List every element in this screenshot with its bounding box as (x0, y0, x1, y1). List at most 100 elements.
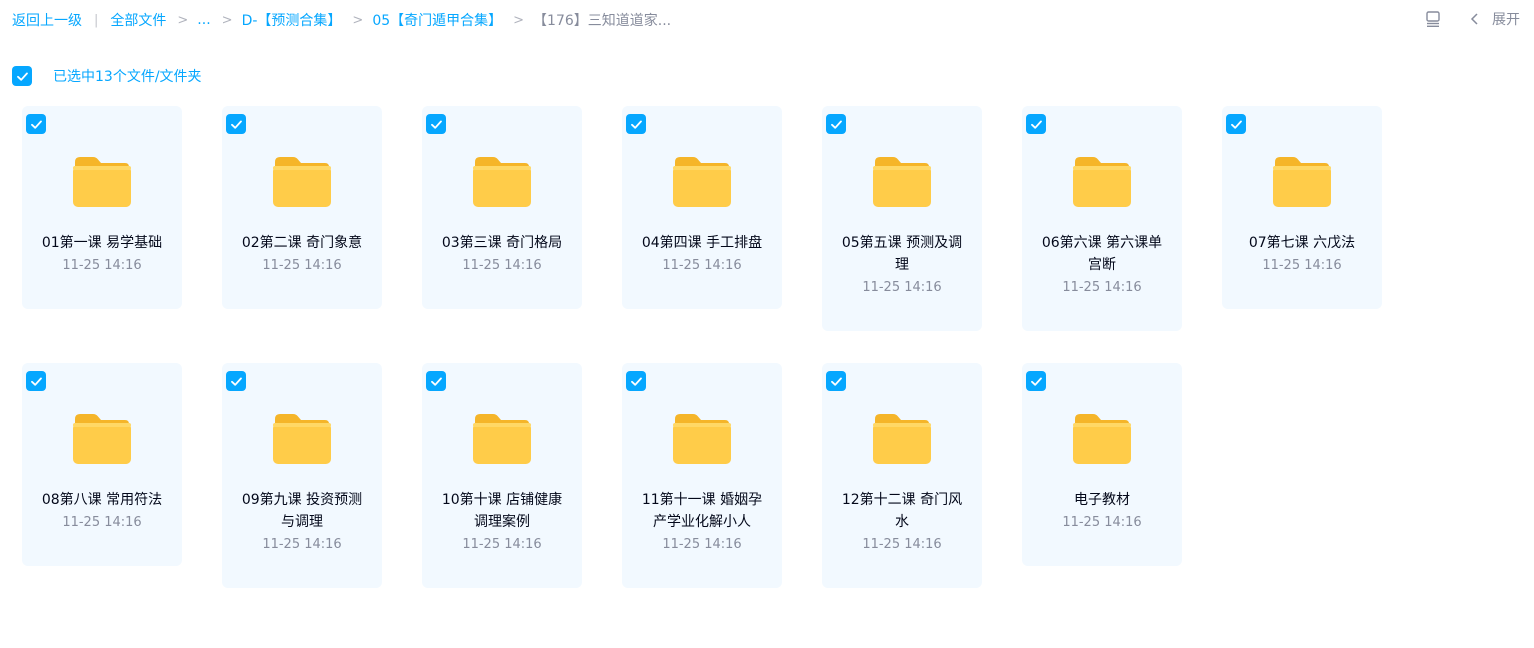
check-icon (630, 377, 642, 386)
folder-name: 04第四课 手工排盘 (641, 235, 763, 251)
folder-checkbox[interactable] (826, 371, 846, 391)
folder-name: 12第十二课 奇门风水 (841, 492, 963, 530)
folder-name: 电子教材 (1074, 492, 1130, 508)
folder-card[interactable]: 04第四课 手工排盘 11-25 14:16 (622, 106, 782, 309)
breadcrumb: 返回上一级 | 全部文件 > ... > D-【预测合集】 > 05【奇门遁甲合… (12, 10, 671, 30)
folder-icon (73, 414, 131, 464)
check-icon (430, 120, 442, 129)
folder-name: 01第一课 易学基础 (41, 235, 163, 251)
check-icon (830, 377, 842, 386)
top-bar: 返回上一级 | 全部文件 > ... > D-【预测合集】 > 05【奇门遁甲合… (0, 0, 1534, 42)
folder-card[interactable]: 07第七课 六戊法 11-25 14:16 (1222, 106, 1382, 309)
folder-card[interactable]: 03第三课 奇门格局 11-25 14:16 (422, 106, 582, 309)
folder-name: 09第九课 投资预测与调理 (241, 492, 363, 530)
folder-date: 11-25 14:16 (462, 258, 542, 273)
select-all-checkbox[interactable] (12, 66, 32, 86)
folder-date: 11-25 14:16 (1262, 258, 1342, 273)
folder-name: 06第六课 第六课单宫断 (1041, 235, 1163, 273)
breadcrumb-level2[interactable]: 05【奇门遁甲合集】 (372, 10, 502, 30)
check-icon (430, 377, 442, 386)
folder-name: 07第七课 六戊法 (1248, 235, 1356, 251)
folder-icon (673, 157, 731, 207)
folder-checkbox[interactable] (426, 114, 446, 134)
folder-date: 11-25 14:16 (62, 258, 142, 273)
check-icon (830, 120, 842, 129)
folder-name: 11第十一课 婚姻孕产学业化解小人 (641, 492, 763, 530)
expand-button[interactable]: 展开 (1492, 9, 1520, 29)
check-icon (1230, 120, 1242, 129)
folder-card[interactable]: 05第五课 预测及调理 11-25 14:16 (822, 106, 982, 331)
folder-card[interactable]: 02第二课 奇门象意 11-25 14:16 (222, 106, 382, 309)
breadcrumb-all-files[interactable]: 全部文件 (110, 10, 166, 30)
folder-name: 02第二课 奇门象意 (241, 235, 363, 251)
folder-card[interactable]: 09第九课 投资预测与调理 11-25 14:16 (222, 363, 382, 588)
folder-date: 11-25 14:16 (62, 515, 142, 530)
folder-icon (673, 414, 731, 464)
folder-card[interactable]: 12第十二课 奇门风水 11-25 14:16 (822, 363, 982, 588)
select-all-row: 已选中13个文件/文件夹 (12, 66, 202, 86)
check-icon (30, 377, 42, 386)
folder-icon (473, 414, 531, 464)
folder-name: 08第八课 常用符法 (41, 492, 163, 508)
folder-checkbox[interactable] (26, 371, 46, 391)
right-toolbar: 展开 (1424, 9, 1520, 29)
folder-date: 11-25 14:16 (662, 537, 742, 552)
folder-icon (273, 414, 331, 464)
selection-count-label: 已选中13个文件/文件夹 (53, 69, 202, 85)
folder-name: 05第五课 预测及调理 (841, 235, 963, 273)
folder-card[interactable]: 10第十课 店铺健康调理案例 11-25 14:16 (422, 363, 582, 588)
folder-card[interactable]: 08第八课 常用符法 11-25 14:16 (22, 363, 182, 566)
folder-checkbox[interactable] (226, 114, 246, 134)
folder-date: 11-25 14:16 (862, 537, 942, 552)
chevron-right-icon: > (221, 12, 233, 28)
folder-name: 10第十课 店铺健康调理案例 (441, 492, 563, 530)
folder-icon (473, 157, 531, 207)
folder-date: 11-25 14:16 (862, 280, 942, 295)
chevron-left-icon[interactable] (1468, 12, 1482, 26)
breadcrumb-divider: | (94, 12, 99, 28)
folder-name: 03第三课 奇门格局 (441, 235, 563, 251)
chevron-right-icon: > (177, 12, 189, 28)
folder-icon (73, 157, 131, 207)
folder-date: 11-25 14:16 (462, 537, 542, 552)
folder-card[interactable]: 电子教材 11-25 14:16 (1022, 363, 1182, 566)
folder-icon (873, 157, 931, 207)
check-icon (1030, 377, 1042, 386)
check-icon (630, 120, 642, 129)
check-icon (1030, 120, 1042, 129)
folder-checkbox[interactable] (1226, 114, 1246, 134)
folder-date: 11-25 14:16 (262, 537, 342, 552)
folder-checkbox[interactable] (826, 114, 846, 134)
check-icon (30, 120, 42, 129)
list-view-icon[interactable] (1424, 10, 1442, 28)
check-icon (230, 377, 242, 386)
chevron-right-icon: > (513, 12, 525, 28)
folder-icon (1073, 414, 1131, 464)
folder-checkbox[interactable] (226, 371, 246, 391)
chevron-right-icon: > (352, 12, 364, 28)
check-icon (230, 120, 242, 129)
folder-date: 11-25 14:16 (1062, 280, 1142, 295)
back-link[interactable]: 返回上一级 (12, 10, 82, 30)
folder-checkbox[interactable] (626, 114, 646, 134)
breadcrumb-level1[interactable]: D-【预测合集】 (242, 10, 342, 30)
folder-icon (273, 157, 331, 207)
folder-card[interactable]: 11第十一课 婚姻孕产学业化解小人 11-25 14:16 (622, 363, 782, 588)
file-grid: 01第一课 易学基础 11-25 14:16 02第二课 奇门象意 11-25 … (22, 106, 1382, 588)
folder-date: 11-25 14:16 (262, 258, 342, 273)
folder-icon (1073, 157, 1131, 207)
breadcrumb-ellipsis[interactable]: ... (197, 12, 210, 28)
folder-checkbox[interactable] (426, 371, 446, 391)
folder-icon (873, 414, 931, 464)
folder-date: 11-25 14:16 (662, 258, 742, 273)
folder-checkbox[interactable] (26, 114, 46, 134)
breadcrumb-current: 【176】三知道道家... (533, 13, 672, 29)
folder-card[interactable]: 01第一课 易学基础 11-25 14:16 (22, 106, 182, 309)
folder-checkbox[interactable] (1026, 371, 1046, 391)
check-icon (16, 72, 28, 81)
folder-card[interactable]: 06第六课 第六课单宫断 11-25 14:16 (1022, 106, 1182, 331)
folder-date: 11-25 14:16 (1062, 515, 1142, 530)
folder-checkbox[interactable] (1026, 114, 1046, 134)
folder-checkbox[interactable] (626, 371, 646, 391)
folder-icon (1273, 157, 1331, 207)
